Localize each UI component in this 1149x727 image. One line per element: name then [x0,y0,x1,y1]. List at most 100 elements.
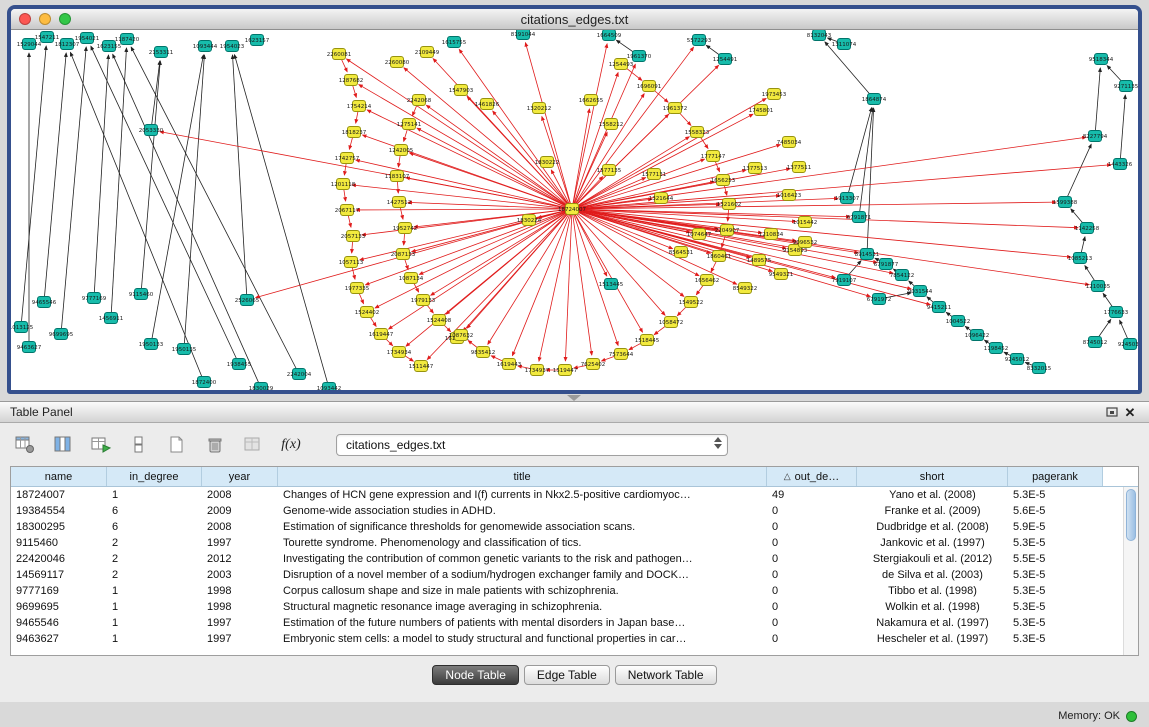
graph-edge[interactable] [459,49,572,209]
graph-edge[interactable] [356,209,572,210]
graph-node-label: 7854122 [890,273,915,279]
graph-edge[interactable] [446,209,572,314]
network-canvas[interactable]: 1872400722600811287682175421418182371742… [11,30,1138,390]
graph-node-label: 9549321 [769,272,794,278]
table-mode-button[interactable] [12,433,38,457]
graph-edge[interactable] [572,94,644,209]
table-cell: 0 [767,537,857,549]
graph-edge[interactable] [70,52,204,382]
graph-edge[interactable] [94,55,108,298]
graph-node-label: 8549322 [733,286,758,292]
show-columns-button[interactable] [50,433,76,457]
graph-edge[interactable] [184,55,204,349]
table-row[interactable]: 946554611997Estimation of the future num… [11,615,1123,631]
table-scrollbar-thumb[interactable] [1126,489,1136,541]
graph-edge[interactable] [111,48,126,318]
graph-node-label: 8227794 [1083,134,1108,140]
graph-node-label: 1085213 [1068,256,1093,262]
graph-node-label: 1511447 [409,364,434,370]
graph-edge[interactable] [493,111,572,209]
graph-edge[interactable] [1120,95,1125,164]
float-panel-button[interactable] [1103,404,1121,420]
table-row[interactable]: 911546021997Tourette syndrome. Phenomeno… [11,535,1123,551]
row-height-button[interactable] [126,433,152,457]
graph-edge[interactable] [572,47,694,209]
float-panel-icon [1106,406,1119,418]
graph-node-label: 1321602 [717,202,742,208]
graph-edge[interactable] [825,42,874,99]
table-cell: Disruption of a novel member of a sodium… [278,569,767,581]
graph-node-label: 1952742 [393,226,418,232]
table-cell: 1 [107,617,202,629]
trash-icon [204,435,226,455]
graph-node-label: 1599388 [1053,200,1078,206]
column-header-pagerank[interactable]: pagerank [1008,467,1103,486]
column-header-in_degree[interactable]: in_degree [107,467,202,486]
graph-node-label: 1461826 [475,102,500,108]
graph-node-label: 1961372 [663,106,688,112]
table-row[interactable]: 1830029562008Estimation of significance … [11,519,1123,535]
graph-edge[interactable] [572,64,635,209]
import-table-button[interactable] [88,433,114,457]
graph-edge[interactable] [572,209,592,355]
graph-node-label: 6791871 [847,215,872,221]
graph-edge[interactable] [44,53,66,302]
column-header-out_de[interactable]: △out_de… [767,467,857,486]
graph-edge[interactable] [467,209,572,328]
table-cell: 22420046 [11,553,107,565]
column-header-name[interactable]: name [11,467,107,486]
column-header-year[interactable]: year [202,467,278,486]
graph-node-label: 9415211 [927,305,952,311]
table-cell: 1997 [202,537,278,549]
table-row[interactable]: 1872400712008Changes of HCN gene express… [11,487,1123,503]
graph-node-label: 1754214 [347,104,372,110]
table-selector[interactable]: citations_edges.txt [336,434,728,456]
graph-edge[interactable] [565,209,572,361]
graph-edge[interactable] [417,128,572,209]
graph-edge[interactable] [1065,144,1091,202]
tab-node-table[interactable]: Node Table [432,665,519,685]
application-window: citations_edges.txt 18724007226008112876… [0,0,1149,727]
table-row[interactable]: 946362711997Embryonic stem cells: a mode… [11,631,1123,647]
function-builder-button[interactable]: f(x) [278,433,304,457]
graph-edge[interactable] [572,209,1089,285]
table-row[interactable]: 2242004622012Investigating the contribut… [11,551,1123,567]
table-row[interactable]: 1938455462009Genome-wide association stu… [11,503,1123,519]
graph-edge[interactable] [346,59,572,209]
delete-column-button[interactable] [202,433,228,457]
tab-network-table[interactable]: Network Table [615,665,717,685]
network-window-titlebar[interactable]: citations_edges.txt [11,9,1138,30]
tab-edge-table[interactable]: Edge Table [524,665,610,685]
table-cell: 2009 [202,505,278,517]
table-scrollbar[interactable] [1123,487,1138,655]
table-cell: 6 [107,505,202,517]
table-cell: 0 [767,569,857,581]
table-cell: 9699695 [11,601,107,613]
graph-edge[interactable] [404,68,572,209]
table-cell: 0 [767,601,857,613]
graph-edge[interactable] [21,46,46,327]
table-row[interactable]: 977716911998Corpus callosum shape and si… [11,583,1123,599]
graph-edge[interactable] [1095,68,1100,136]
graph-edge[interactable] [61,47,86,334]
table-row[interactable]: 969969511998Structural magnetic resonanc… [11,599,1123,615]
table-cell: 19384554 [11,505,107,517]
table-cell: Embryonic stem cells: a model to study s… [278,633,767,645]
graph-edge[interactable] [141,61,160,294]
graph-node-label: 9154893 [783,248,808,254]
new-column-button[interactable] [164,433,190,457]
graph-edge[interactable] [113,54,261,388]
graph-node-label: 2204907 [715,228,740,234]
graph-edge[interactable] [234,55,329,388]
table-row[interactable]: 1456911722003Disruption of a novel membe… [11,567,1123,583]
delete-table-button[interactable] [240,433,266,457]
column-header-title[interactable]: title [278,467,767,486]
graph-node-label: 1013125 [11,325,34,331]
graph-edge[interactable] [131,47,299,374]
graph-node-label: 1696091 [637,84,662,90]
column-header-short[interactable]: short [857,467,1008,486]
graph-edge[interactable] [572,98,766,209]
graph-node-label: 6791972 [867,297,892,303]
graph-node-label: 9463627 [17,345,42,351]
close-panel-button[interactable]: ✕ [1121,404,1139,420]
